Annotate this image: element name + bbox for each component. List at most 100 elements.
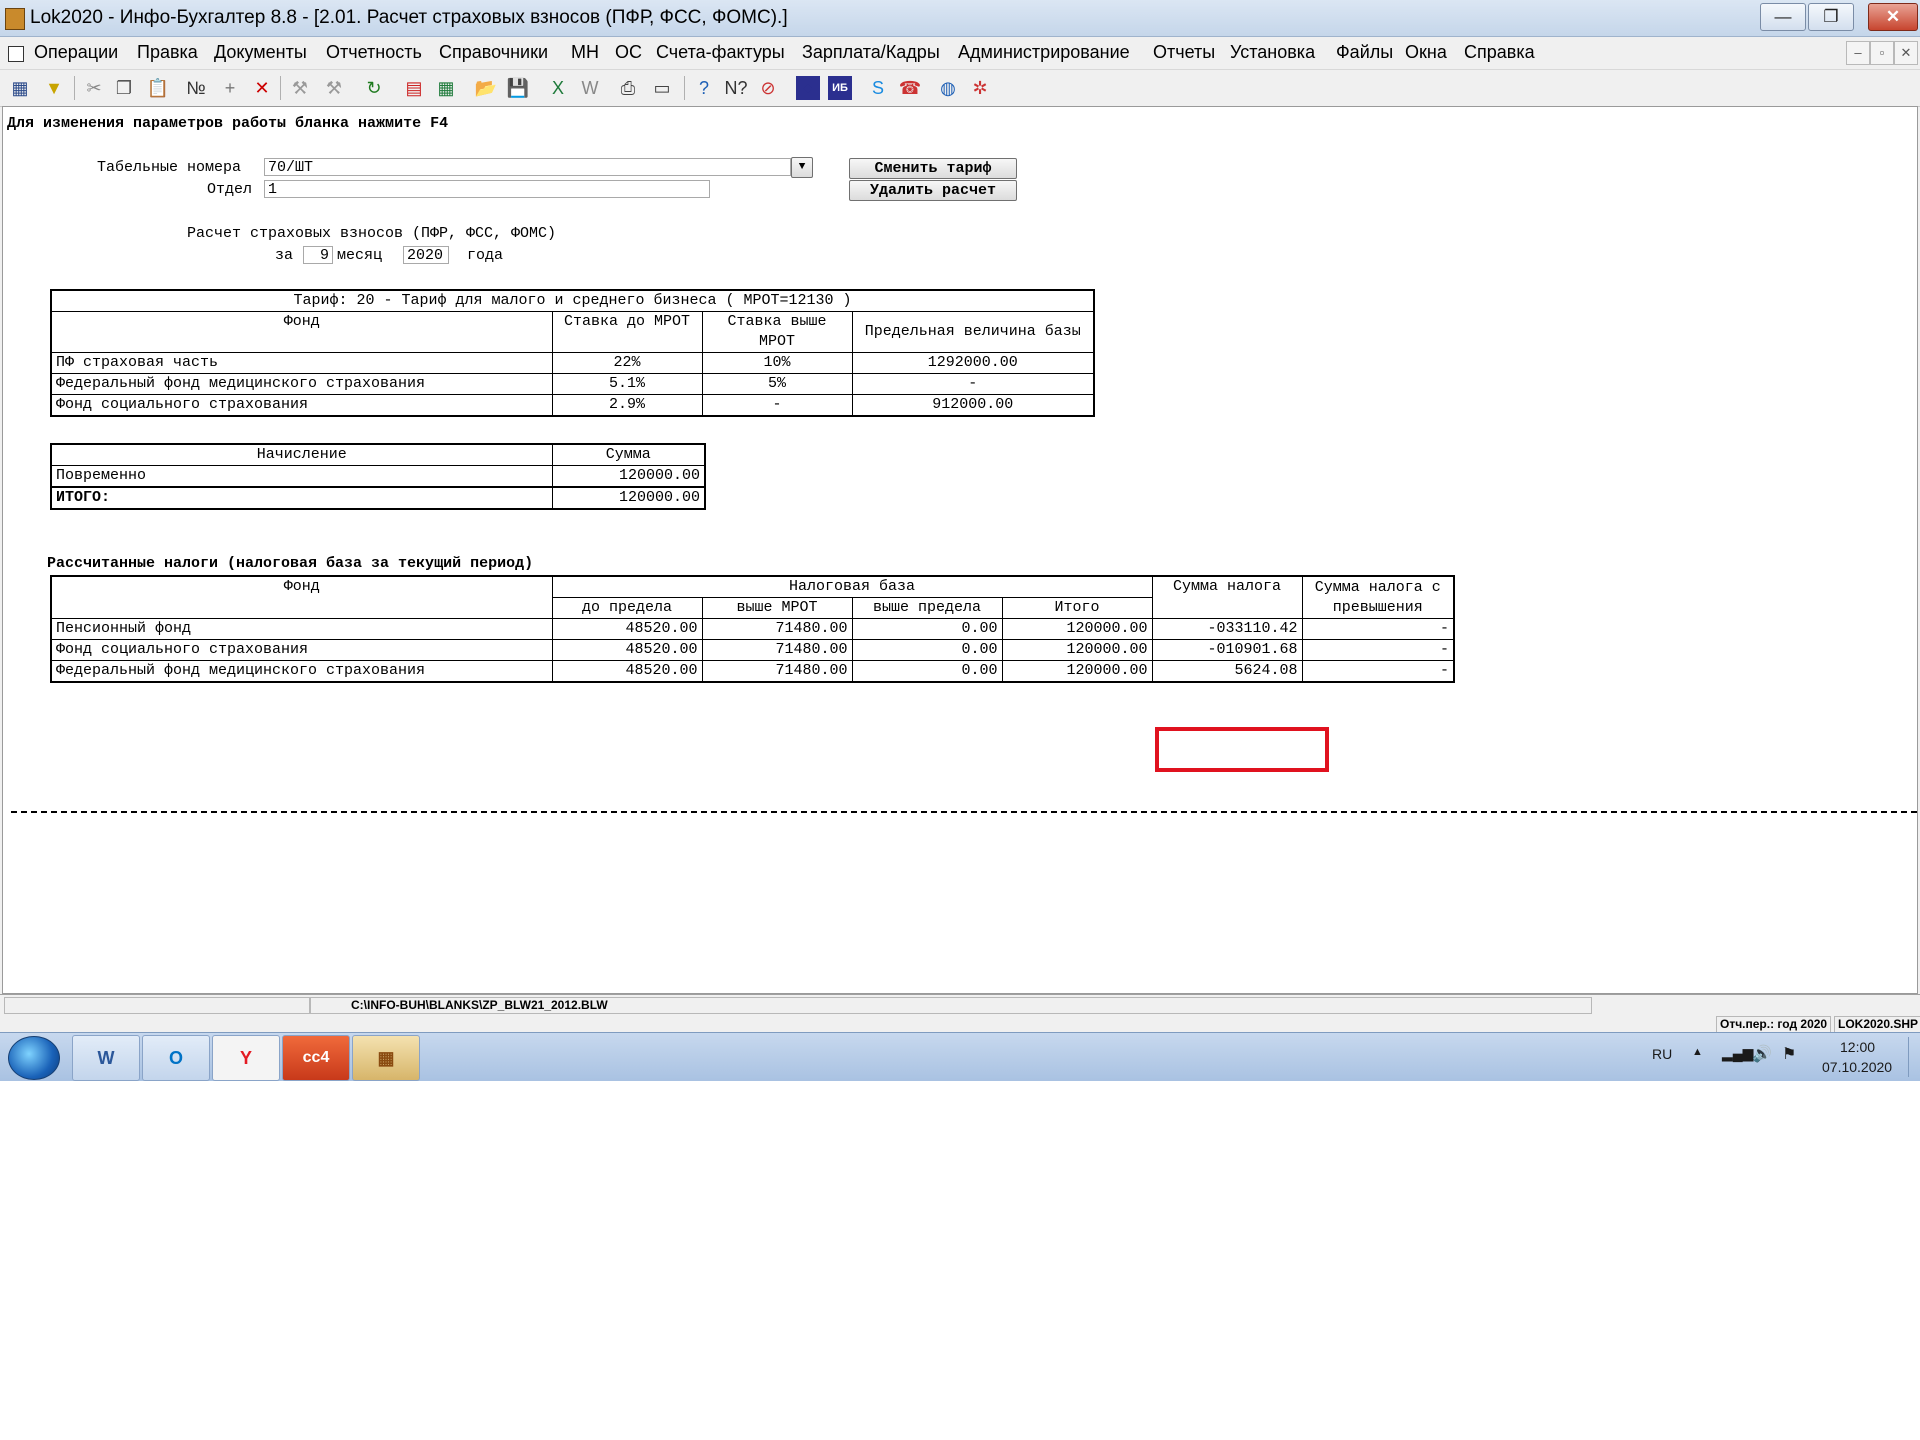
numbering-icon[interactable]: № — [184, 76, 208, 100]
paste-icon[interactable]: 📋 — [146, 76, 170, 100]
total-value: 120000.00 — [551, 486, 706, 510]
delete-icon[interactable]: ✕ — [250, 76, 274, 100]
total-label: ИТОГО: — [50, 486, 553, 510]
mdi-minimize-button[interactable]: – — [1846, 41, 1870, 65]
menu-reports[interactable]: Отчеты — [1153, 42, 1215, 63]
show-hidden-icons-icon[interactable]: ▲ — [1692, 1046, 1703, 1058]
toolbar: ▦ ▼ ✂ ❐ 📋 № + ✕ ⚒ ⚒ ↻ ▤ ▦ 📂 💾 X W ⎙ ▭ ? … — [0, 69, 1920, 107]
menu-os[interactable]: ОС — [615, 42, 642, 63]
refresh-icon[interactable]: ↻ — [362, 76, 386, 100]
table-cell: 5624.08 — [1151, 660, 1303, 683]
tool-b-icon[interactable]: ⚒ — [322, 76, 346, 100]
menu-reporting[interactable]: Отчетность — [326, 42, 422, 63]
yandex-app-icon[interactable]: Y — [212, 1035, 280, 1081]
table-cell: 71480.00 — [701, 618, 853, 640]
table-cell: 5.1% — [551, 373, 703, 395]
status-bar-secondary: Отч.пер.: год 2020 LOK2020.SHP — [0, 1015, 1920, 1033]
document-menu-icon[interactable] — [8, 46, 24, 62]
tariff-header-rate-above: Ставка выше МРОТ — [701, 311, 853, 353]
table-cell: Федеральный фонд медицинского страховани… — [50, 660, 553, 683]
calculator-icon[interactable]: ▦ — [434, 76, 458, 100]
open-folder-icon[interactable]: 📂 — [474, 76, 498, 100]
add-icon[interactable]: + — [218, 76, 242, 100]
menu-help[interactable]: Справка — [1464, 42, 1535, 63]
menu-salary[interactable]: Зарплата/Кадры — [802, 42, 940, 63]
table-row: Федеральный фонд медицинского страховани… — [50, 373, 1095, 395]
taxes-header-excess: Сумма налога с превышения — [1301, 575, 1455, 619]
tabel-dropdown-button[interactable]: ▼ — [791, 157, 813, 178]
menu-edit[interactable]: Правка — [137, 42, 198, 63]
table-cell: - — [1301, 660, 1455, 683]
dept-label: Отдел — [207, 181, 253, 198]
language-indicator[interactable]: RU — [1652, 1046, 1672, 1062]
cc4-app-icon[interactable]: cc4 — [282, 1035, 350, 1081]
table-cell: 912000.00 — [851, 394, 1095, 417]
list-view-icon[interactable]: ▦ — [8, 76, 32, 100]
action-center-flag-icon[interactable]: ⚑ — [1782, 1044, 1796, 1064]
app-window: Lok2020 - Инфо-Бухгалтер 8.8 - [2.01. Ра… — [0, 0, 1920, 1081]
app-icon[interactable] — [5, 8, 25, 30]
save-icon[interactable]: 💾 — [506, 76, 530, 100]
tool-a-icon[interactable]: ⚒ — [288, 76, 312, 100]
word-icon[interactable]: W — [578, 76, 602, 100]
abacus-app-icon[interactable]: ▦ — [352, 1035, 420, 1081]
month-input[interactable]: 9 — [303, 246, 333, 264]
clock-time[interactable]: 12:00 — [1840, 1039, 1875, 1055]
tabel-input[interactable]: 70/ШТ — [264, 158, 791, 176]
network-signal-icon[interactable]: ▂▄▆ — [1722, 1045, 1753, 1062]
minimize-button[interactable]: — — [1760, 3, 1806, 31]
tariff-title: Тариф: 20 - Тариф для малого и среднего … — [50, 289, 1095, 312]
copy-icon[interactable]: ❐ — [112, 76, 136, 100]
year-input[interactable]: 2020 — [403, 246, 449, 264]
table-cell: Фонд социального страхования — [50, 639, 553, 661]
menu-settings[interactable]: Установка — [1230, 42, 1315, 63]
menu-files[interactable]: Файлы — [1336, 42, 1393, 63]
close-button[interactable]: ✕ — [1868, 3, 1918, 31]
taxes-header-sum: Сумма налога — [1151, 575, 1303, 619]
filter-icon[interactable]: ▼ — [42, 76, 66, 100]
show-desktop-button[interactable] — [1908, 1037, 1919, 1077]
clock-date[interactable]: 07.10.2020 — [1822, 1059, 1892, 1075]
menu-documents[interactable]: Документы — [214, 42, 307, 63]
support-icon[interactable]: ☎ — [898, 76, 922, 100]
menu-windows[interactable]: Окна — [1405, 42, 1447, 63]
accrual-header-sum: Сумма — [551, 443, 706, 466]
mdi-close-button[interactable]: ✕ — [1894, 41, 1918, 65]
calendar-icon[interactable]: ▤ — [402, 76, 426, 100]
dept-input[interactable]: 1 — [264, 180, 710, 198]
outlook-app-icon[interactable]: O — [142, 1035, 210, 1081]
info-book-icon[interactable]: ◆ — [796, 76, 820, 100]
mdi-restore-button[interactable]: ▫ — [1870, 41, 1894, 65]
change-tariff-button[interactable]: Сменить тариф — [849, 158, 1017, 179]
help-icon[interactable]: ? — [692, 76, 716, 100]
taxes-sub-header: выше предела — [851, 597, 1003, 619]
context-help-icon[interactable]: N? — [724, 76, 748, 100]
menu-invoices[interactable]: Счета-фактуры — [656, 42, 785, 63]
table-cell: 1292000.00 — [851, 352, 1095, 374]
word-app-icon[interactable]: W — [72, 1035, 140, 1081]
menu-admin[interactable]: Администрирование — [958, 42, 1130, 63]
table-cell: Пенсионный фонд — [50, 618, 553, 640]
print-preview-icon[interactable]: ▭ — [650, 76, 674, 100]
period-prefix: за — [275, 247, 294, 264]
maximize-button[interactable]: ❐ — [1808, 3, 1854, 31]
volume-icon[interactable]: 🔊 — [1752, 1044, 1772, 1064]
excel-icon[interactable]: X — [546, 76, 570, 100]
tariff-header-limit: Предельная величина базы — [851, 311, 1095, 353]
network-icon[interactable]: ✲ — [968, 76, 992, 100]
start-button[interactable] — [8, 1036, 60, 1080]
toolbar-separator — [684, 76, 685, 100]
menu-operations[interactable]: Операции — [34, 42, 118, 63]
skype-icon[interactable]: S — [866, 76, 890, 100]
ib10-icon[interactable]: ИБ — [828, 76, 852, 100]
cut-icon[interactable]: ✂ — [82, 76, 106, 100]
globe-icon[interactable]: ◍ — [936, 76, 960, 100]
menu-mn[interactable]: МН — [571, 42, 599, 63]
print-icon[interactable]: ⎙ — [616, 76, 640, 100]
compass-icon[interactable]: ⊘ — [756, 76, 780, 100]
delete-calc-button[interactable]: Удалить расчет — [849, 180, 1017, 201]
table-row: Фонд социального страхования 2.9% - 9120… — [50, 394, 1095, 417]
menu-references[interactable]: Справочники — [439, 42, 548, 63]
taxes-sub-header: Итого — [1001, 597, 1153, 619]
table-cell: Федеральный фонд медицинского страховани… — [50, 373, 553, 395]
